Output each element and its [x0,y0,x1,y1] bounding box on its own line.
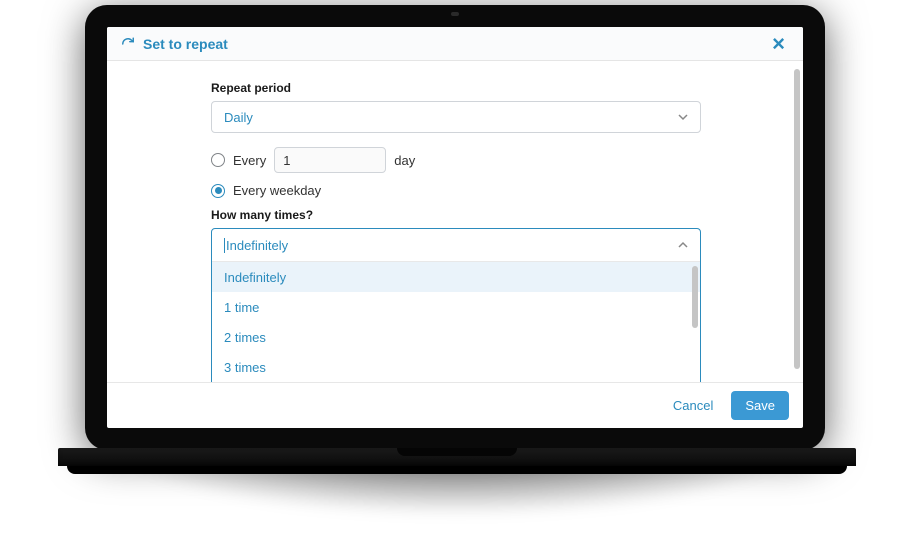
times-combobox[interactable]: Indefinitely Indefinitely 1 time 2 times… [211,228,701,382]
dropdown-scrollbar[interactable] [692,266,698,328]
dialog-body: Repeat period Daily Every day [107,61,803,382]
laptop-frame: Set to repeat × Repeat period Daily [85,5,825,465]
save-button[interactable]: Save [731,391,789,420]
every-weekday-radio-row[interactable]: Every weekday [211,183,701,198]
times-option[interactable]: 2 times [212,322,700,352]
how-many-label: How many times? [211,208,701,222]
dialog-title: Set to repeat [143,36,228,52]
repeat-period-value: Daily [224,110,253,125]
times-option[interactable]: Indefinitely [212,262,700,292]
every-label: Every [233,153,266,168]
dialog-footer: Cancel Save [107,382,803,428]
camera-dot [451,12,459,16]
chevron-up-icon [678,240,688,250]
times-option[interactable]: 1 time [212,292,700,322]
app-screen: Set to repeat × Repeat period Daily [107,27,803,428]
radio-weekday[interactable] [211,184,225,198]
weekday-label: Every weekday [233,183,321,198]
body-scrollbar[interactable] [794,69,800,382]
chevron-down-icon [678,112,688,122]
times-dropdown-list: Indefinitely 1 time 2 times 3 times 4 ti… [212,261,700,382]
times-input-value: Indefinitely [224,238,288,253]
every-unit: day [394,153,415,168]
dialog-header: Set to repeat × [107,27,803,61]
cancel-button[interactable]: Cancel [663,392,723,419]
times-option[interactable]: 3 times [212,352,700,382]
every-count-input[interactable] [274,147,386,173]
repeat-period-select[interactable]: Daily [211,101,701,133]
repeat-icon [121,37,135,51]
repeat-period-label: Repeat period [211,81,701,95]
radio-every[interactable] [211,153,225,167]
times-input-row[interactable]: Indefinitely [212,229,700,261]
close-icon[interactable]: × [768,31,789,57]
every-n-radio-row[interactable]: Every day [211,147,701,173]
